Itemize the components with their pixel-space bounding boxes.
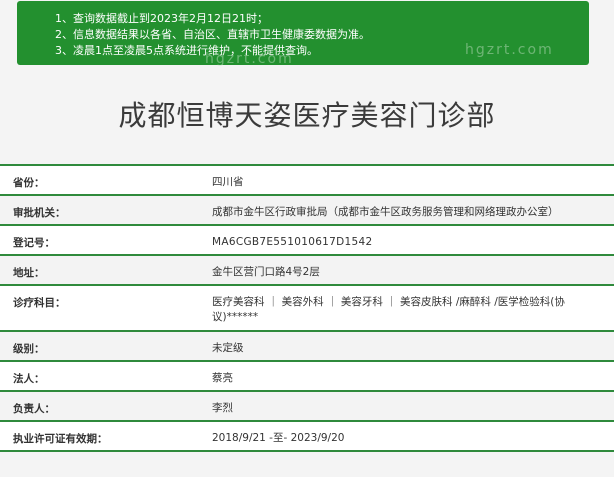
row-label: 地址： xyxy=(13,267,45,279)
notice-banner: 1、查询数据截止到2023年2月12日21时； 2、信息数据结果以各省、自治区、… xyxy=(17,1,589,65)
table-row: 诊疗科目： 医疗美容科 ｜ 美容外科 ｜ 美容牙科 ｜ 美容皮肤科 /麻醉科 /… xyxy=(0,286,614,332)
notice-line: 2、信息数据结果以各省、自治区、直辖市卫生健康委数据为准。 xyxy=(55,28,370,41)
row-value: 成都市金牛区行政审批局（成都市金牛区政务服务管理和网络理政办公室） xyxy=(212,206,559,218)
table-row: 审批机关： 成都市金牛区行政审批局（成都市金牛区政务服务管理和网络理政办公室） xyxy=(0,196,614,226)
table-row: 法人： 蔡亮 xyxy=(0,362,614,392)
row-label: 审批机关： xyxy=(13,207,66,219)
row-value: 金牛区营门口路4号2层 xyxy=(212,266,320,278)
notice-line: 1、查询数据截止到2023年2月12日21时； xyxy=(55,12,268,25)
table-row: 登记号： MA6CGB7E551010617D1542 xyxy=(0,226,614,256)
row-label: 负责人： xyxy=(13,403,55,415)
row-label: 登记号： xyxy=(13,237,55,249)
row-value: 2018/9/21 -至- 2023/9/20 xyxy=(212,432,345,444)
table-row: 省份： 四川省 xyxy=(0,166,614,196)
row-value: 未定级 xyxy=(212,342,244,354)
row-value: 李烈 xyxy=(212,402,233,414)
row-label: 诊疗科目： xyxy=(13,297,66,309)
row-label: 级别： xyxy=(13,343,45,355)
info-table: 省份： 四川省 审批机关： 成都市金牛区行政审批局（成都市金牛区政务服务管理和网… xyxy=(0,164,614,452)
row-value: 医疗美容科 ｜ 美容外科 ｜ 美容牙科 ｜ 美容皮肤科 /麻醉科 /医学检验科(… xyxy=(212,296,565,323)
row-value: 四川省 xyxy=(212,176,244,188)
table-row: 级别： 未定级 xyxy=(0,332,614,362)
row-value: 蔡亮 xyxy=(212,372,233,384)
row-value: MA6CGB7E551010617D1542 xyxy=(212,236,373,248)
table-row: 负责人： 李烈 xyxy=(0,392,614,422)
page-title: 成都恒博天姿医疗美容门诊部 xyxy=(118,99,496,132)
row-label: 省份： xyxy=(13,177,45,189)
table-row: 地址： 金牛区营门口路4号2层 xyxy=(0,256,614,286)
notice-line: 3、凌晨1点至凌晨5点系统进行维护，不能提供查询。 xyxy=(55,44,318,57)
row-label: 法人： xyxy=(13,373,45,385)
table-row: 执业许可证有效期： 2018/9/21 -至- 2023/9/20 xyxy=(0,422,614,452)
row-label: 执业许可证有效期： xyxy=(13,433,108,445)
